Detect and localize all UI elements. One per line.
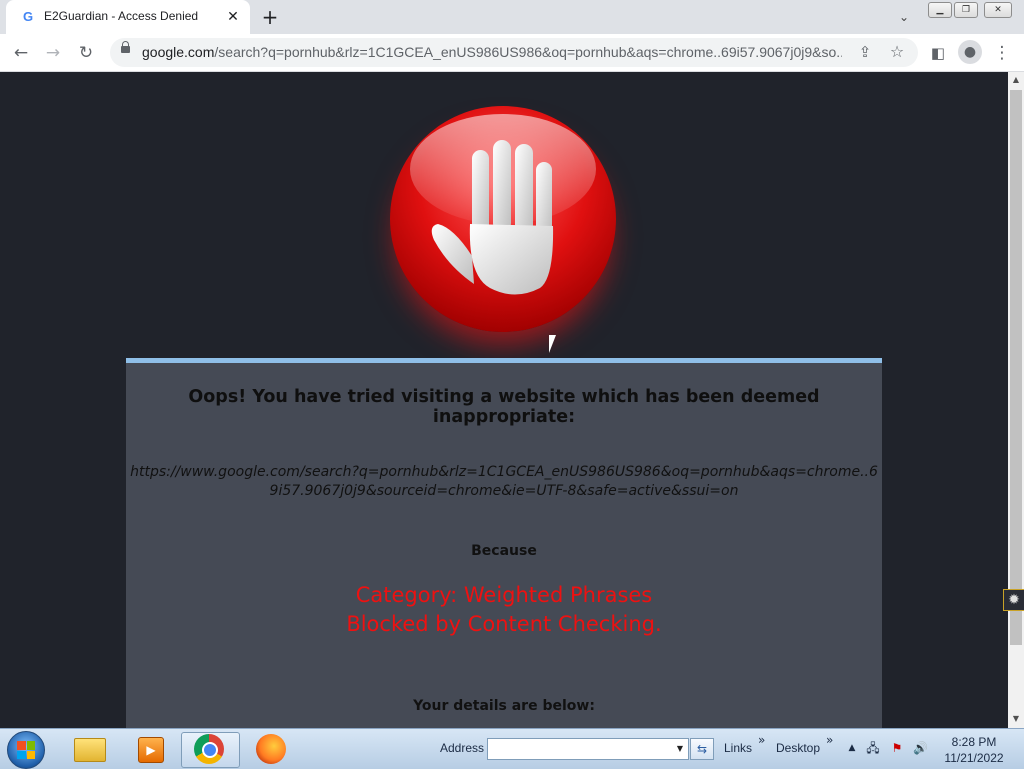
scrollbar-thumb[interactable] <box>1010 90 1022 645</box>
taskbar-media-player[interactable]: ▶ <box>120 732 172 766</box>
details-heading: Your details are below: <box>413 698 595 714</box>
show-hidden-icons-icon[interactable]: ▲ <box>845 741 859 755</box>
tab-close-icon[interactable]: ✕ <box>224 8 242 26</box>
tab-active[interactable]: G E2Guardian - Access Denied ✕ <box>6 0 250 34</box>
google-favicon-icon: G <box>22 9 34 24</box>
block-headline: Oops! You have tried visiting a website … <box>188 387 820 427</box>
address-toolbar-label: Address <box>440 741 485 755</box>
menu-kebab-icon[interactable]: ⋮ <box>991 42 1013 64</box>
firefox-icon <box>256 734 286 764</box>
block-reason: Category: Weighted Phrases Blocked by Co… <box>126 581 882 639</box>
block-method: Blocked by Content Checking. <box>346 612 662 636</box>
dropdown-arrow-icon[interactable]: ▼ <box>672 739 688 759</box>
windows-logo-icon <box>17 741 35 759</box>
network-icon[interactable]: 🖧 <box>866 741 880 755</box>
start-button[interactable] <box>7 731 45 769</box>
side-panel-icon[interactable]: ◧ <box>927 42 949 64</box>
close-window-button[interactable]: ✕ <box>984 2 1012 18</box>
new-tab-button[interactable]: + <box>258 6 282 28</box>
minimize-button[interactable]: ▁ <box>928 2 952 18</box>
clock-date: 11/21/2022 <box>944 751 1004 765</box>
tab-strip: G E2Guardian - Access Denied ✕ + ⌄ ▁ ❐ ✕ <box>0 0 1024 34</box>
scroll-down-arrow-icon[interactable]: ▼ <box>1011 714 1021 724</box>
system-clock[interactable]: 8:28 PM 11/21/2022 <box>938 734 1010 766</box>
bookmark-star-icon[interactable]: ☆ <box>886 41 908 63</box>
block-category: Category: Weighted Phrases <box>355 583 653 607</box>
share-icon[interactable]: ⇪ <box>854 41 876 63</box>
back-arrow-icon[interactable]: ← <box>10 42 32 64</box>
taskbar-address-input[interactable]: ▼ <box>487 738 689 760</box>
tab-title: E2Guardian - Access Denied <box>44 9 199 23</box>
restore-button[interactable]: ❐ <box>954 2 978 18</box>
address-url[interactable]: google.com/search?q=pornhub&rlz=1C1GCEA_… <box>142 44 842 60</box>
links-chevron-icon[interactable]: » <box>758 733 765 747</box>
profile-avatar-icon[interactable]: ● <box>958 40 982 64</box>
lock-icon <box>121 41 130 53</box>
vertical-scrollbar[interactable]: ▲ ▼ <box>1008 72 1024 728</box>
folder-icon <box>74 738 106 762</box>
blocked-url: https://www.google.com/search?q=pornhub&… <box>130 464 878 499</box>
go-button[interactable]: ⇆ <box>690 738 714 760</box>
chrome-icon <box>194 734 224 764</box>
tab-search-chevron-icon[interactable]: ⌄ <box>894 8 914 26</box>
taskbar-explorer[interactable] <box>60 732 112 766</box>
stop-hand-logo <box>390 106 616 332</box>
taskbar-firefox[interactable] <box>244 732 296 766</box>
volume-icon[interactable]: 🔊 <box>913 741 928 755</box>
hand-icon <box>431 140 554 295</box>
block-message-panel: Oops! You have tried visiting a website … <box>126 358 882 743</box>
windows-taskbar: ▶ Address ▼ ⇆ Links » Desktop » ▲ 🖧 ⚑ 🔊 … <box>0 728 1024 769</box>
action-center-flag-icon[interactable]: ⚑ <box>890 741 904 755</box>
clock-time: 8:28 PM <box>951 735 997 749</box>
address-bar[interactable]: google.com/search?q=pornhub&rlz=1C1GCEA_… <box>110 38 918 67</box>
desktop-chevron-icon[interactable]: » <box>826 733 833 747</box>
gear-icon[interactable]: ✹ <box>1003 589 1024 611</box>
forward-arrow-icon[interactable]: → <box>42 42 64 64</box>
links-toolbar[interactable]: Links <box>724 741 752 755</box>
desktop-toolbar[interactable]: Desktop <box>776 741 820 755</box>
browser-toolbar: ← → ↻ google.com/search?q=pornhub&rlz=1C… <box>0 34 1024 72</box>
mouse-cursor-icon <box>549 335 556 353</box>
because-label: Because <box>471 543 537 559</box>
reload-icon[interactable]: ↻ <box>75 42 97 64</box>
media-player-icon: ▶ <box>138 737 164 763</box>
scroll-up-arrow-icon[interactable]: ▲ <box>1011 75 1021 85</box>
taskbar-chrome[interactable] <box>181 732 240 768</box>
